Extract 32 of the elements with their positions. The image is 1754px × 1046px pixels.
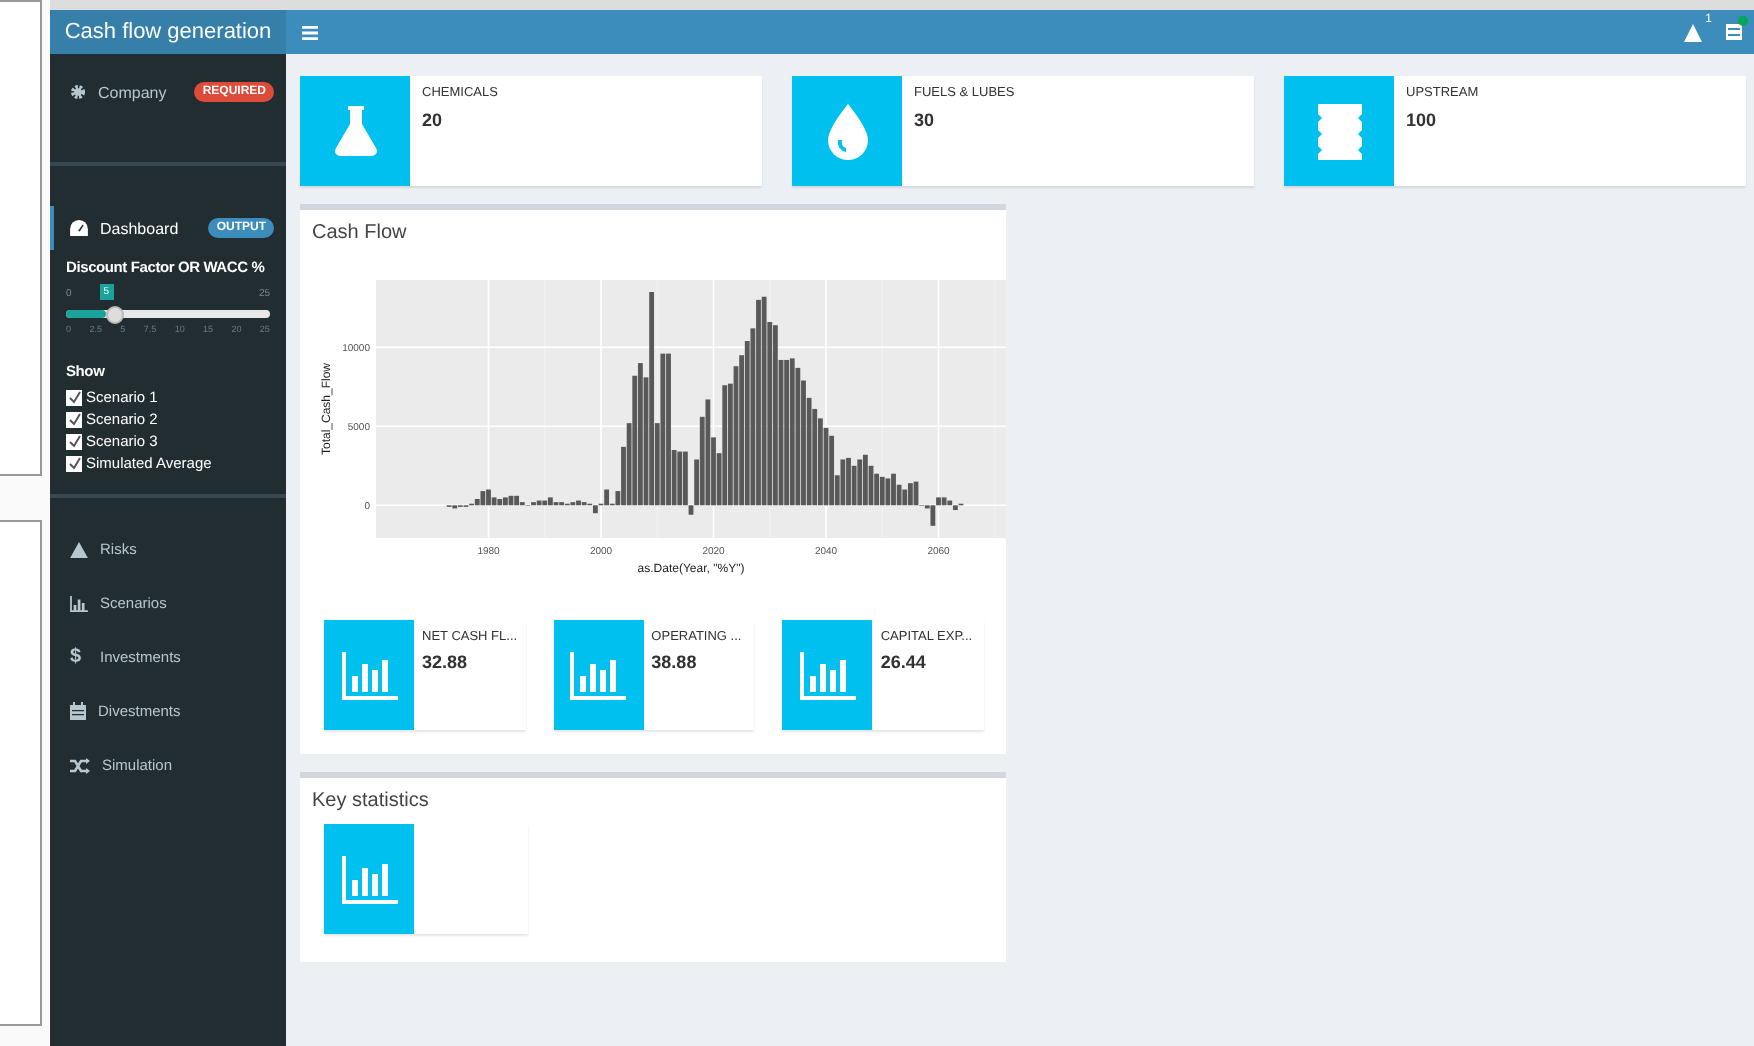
app-title: Cash flow generation [50,10,286,54]
checkbox[interactable] [66,433,82,449]
panel-title: Cash Flow [312,222,409,244]
bar-chart-icon [70,595,88,611]
bar-chart-icon [799,651,856,699]
value-number: 32.88 [422,652,470,672]
barrel-icon [1317,103,1361,159]
value-number: 38.88 [651,652,699,672]
info-value: 30 [914,110,937,130]
info-value: 100 [1406,110,1439,130]
tasks-icon[interactable] [1726,24,1742,40]
panel-title: Key statistics [312,790,431,812]
bar-chart-icon [341,855,397,903]
shuffle-icon [70,757,90,773]
checkbox[interactable] [66,389,82,405]
info-value: 20 [422,110,445,130]
value-number: 26.44 [880,652,928,672]
bar-chart-icon [341,651,397,699]
checkbox[interactable] [66,455,82,471]
flask-icon [333,105,377,157]
checkbox[interactable] [66,411,82,427]
bar-chart-icon [570,651,627,699]
status-dot [1738,16,1748,26]
drop-icon [827,103,867,159]
calendar-icon [70,702,86,720]
menu-icon[interactable] [302,25,318,39]
slider-handle[interactable] [106,305,125,323]
warning-icon[interactable] [1684,23,1702,41]
dashboard-icon [70,220,88,236]
warning-icon [70,541,88,557]
gear-icon [70,84,86,100]
dollar-icon: $ [70,646,88,668]
